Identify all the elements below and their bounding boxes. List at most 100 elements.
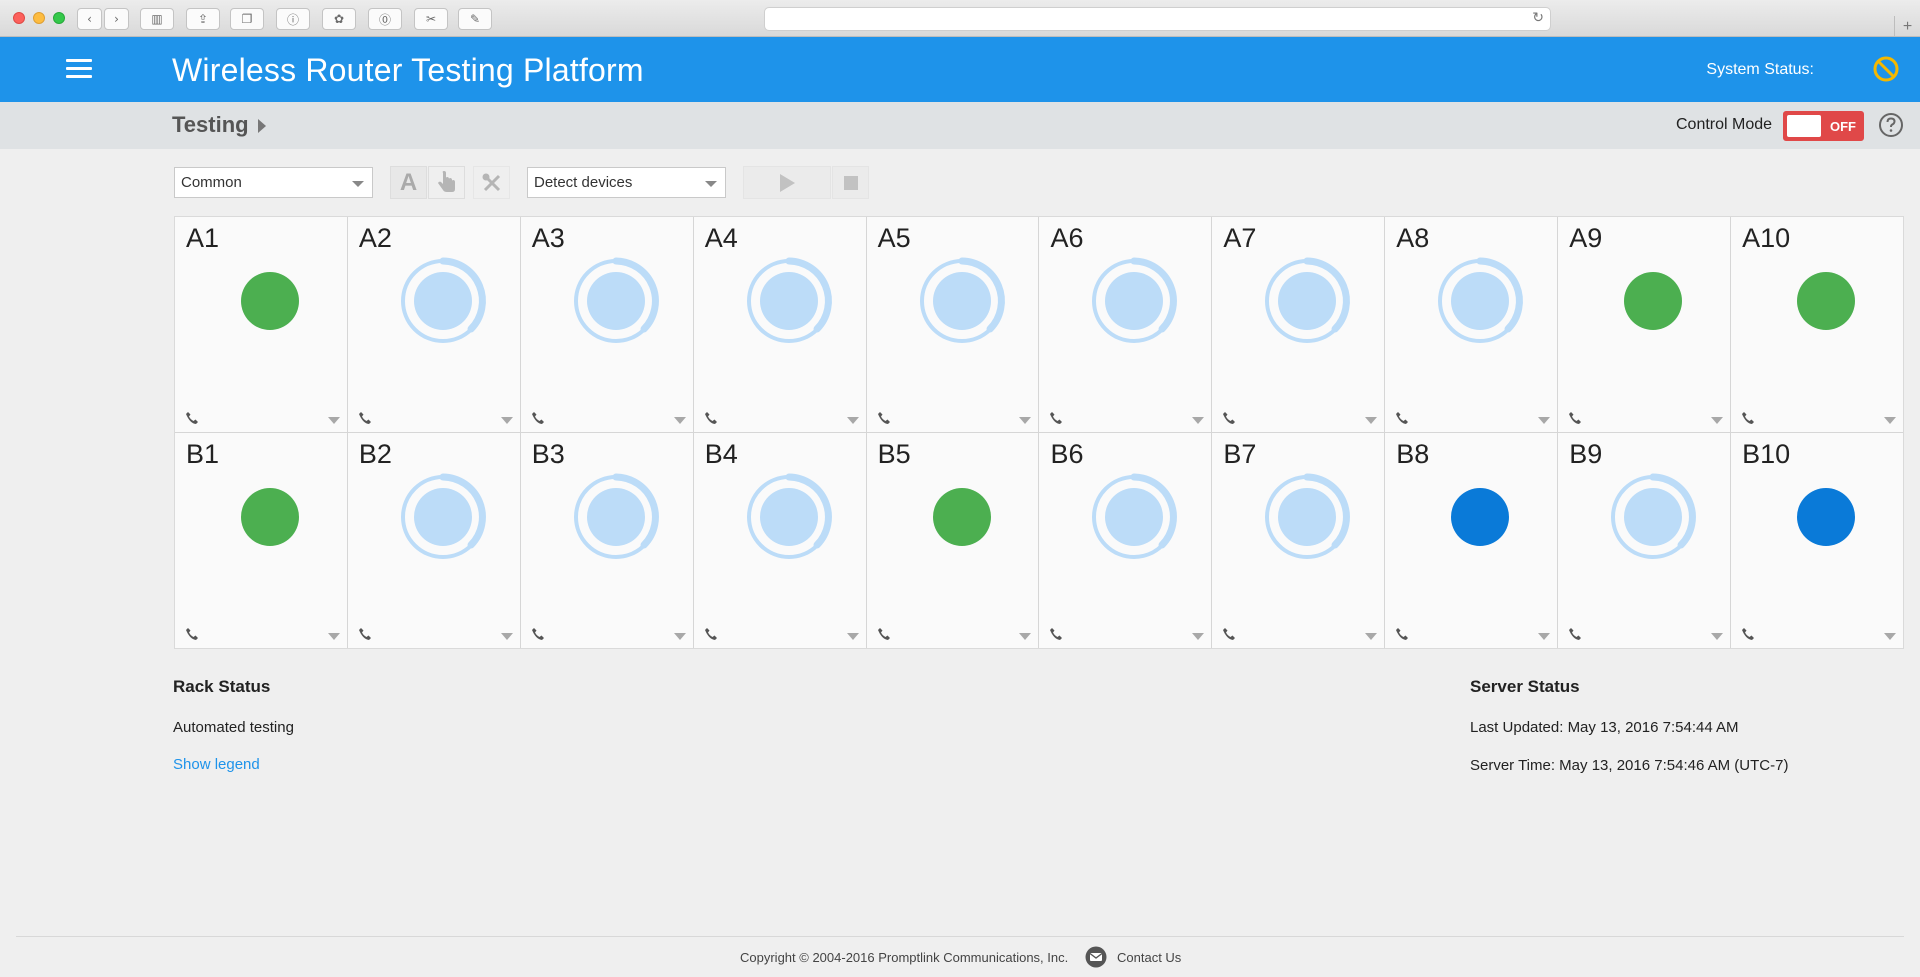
reload-icon[interactable]: ↻ <box>1532 10 1544 26</box>
slot-menu-caret-icon[interactable] <box>1883 633 1896 640</box>
slot-b1[interactable]: B1 <box>175 433 347 648</box>
phone-icon[interactable] <box>1222 627 1236 641</box>
slot-menu-caret-icon[interactable] <box>500 417 513 424</box>
slot-menu-caret-icon[interactable] <box>846 633 859 640</box>
slot-b6[interactable]: B6 <box>1039 433 1212 648</box>
phone-icon[interactable] <box>1049 411 1063 425</box>
loading-spinner-icon <box>1438 257 1524 343</box>
slot-menu-caret-icon[interactable] <box>500 633 513 640</box>
slot-menu-caret-icon[interactable] <box>1711 633 1724 640</box>
phone-icon[interactable] <box>704 411 718 425</box>
phone-icon[interactable] <box>1741 627 1755 641</box>
slot-menu-caret-icon[interactable] <box>1538 417 1551 424</box>
show-legend-link[interactable]: Show legend <box>173 756 260 773</box>
slot-menu-caret-icon[interactable] <box>1365 633 1378 640</box>
loading-spinner-icon <box>1092 473 1178 559</box>
stop-button[interactable] <box>832 166 869 199</box>
slot-b3[interactable]: B3 <box>520 433 693 648</box>
automatic-mode-button[interactable]: A <box>390 166 427 199</box>
slot-menu-caret-icon[interactable] <box>1365 417 1378 424</box>
phone-icon[interactable] <box>185 411 199 425</box>
window-maximize-button[interactable] <box>53 12 65 24</box>
slot-menu-caret-icon[interactable] <box>1019 633 1032 640</box>
slot-menu-caret-icon[interactable] <box>327 417 340 424</box>
slot-a10[interactable]: A10 <box>1731 217 1903 432</box>
edit-extension-button[interactable]: ✎ <box>458 8 492 30</box>
slot-a6[interactable]: A6 <box>1039 217 1212 432</box>
slot-b10[interactable]: B10 <box>1731 433 1903 648</box>
server-time-text: Server Time: May 13, 2016 7:54:46 AM (UT… <box>1470 757 1789 774</box>
phone-icon[interactable] <box>1222 411 1236 425</box>
envelope-icon[interactable] <box>1085 946 1107 968</box>
window-close-button[interactable] <box>13 12 25 24</box>
caret-right-icon[interactable] <box>258 119 266 133</box>
slot-a3[interactable]: A3 <box>520 217 693 432</box>
slot-label: B5 <box>877 439 911 469</box>
chevron-left-icon: ‹ <box>87 12 92 26</box>
slot-a2[interactable]: A2 <box>347 217 520 432</box>
tabs-button[interactable]: ❐ <box>230 8 264 30</box>
loading-spinner-icon <box>1611 473 1697 559</box>
slot-b9[interactable]: B9 <box>1558 433 1731 648</box>
paw-extension-button[interactable]: ✿ <box>322 8 356 30</box>
slot-b4[interactable]: B4 <box>693 433 866 648</box>
slot-a4[interactable]: A4 <box>693 217 866 432</box>
phone-icon[interactable] <box>877 411 891 425</box>
slot-menu-caret-icon[interactable] <box>1192 633 1205 640</box>
phone-icon[interactable] <box>1568 627 1582 641</box>
slot-menu-caret-icon[interactable] <box>1019 417 1032 424</box>
blocked-icon[interactable] <box>1872 55 1900 83</box>
help-icon[interactable] <box>1878 112 1904 138</box>
loading-spinner-icon <box>746 257 832 343</box>
slot-menu-caret-icon[interactable] <box>1192 417 1205 424</box>
info-extension-button[interactable]: ⓘ <box>276 8 310 30</box>
slot-a9[interactable]: A9 <box>1558 217 1731 432</box>
browser-forward-button[interactable]: › <box>104 8 129 30</box>
contact-us-link[interactable]: Contact Us <box>1117 950 1181 965</box>
slot-menu-caret-icon[interactable] <box>846 417 859 424</box>
slot-a7[interactable]: A7 <box>1212 217 1385 432</box>
play-button[interactable] <box>743 166 831 199</box>
phone-icon[interactable] <box>1568 411 1582 425</box>
address-bar[interactable]: ↻ <box>764 7 1551 31</box>
slot-menu-caret-icon[interactable] <box>673 417 686 424</box>
phone-icon[interactable] <box>531 411 545 425</box>
slot-menu-caret-icon[interactable] <box>1538 633 1551 640</box>
slot-label: A4 <box>704 223 738 253</box>
slot-menu-caret-icon[interactable] <box>673 633 686 640</box>
phone-icon[interactable] <box>358 627 372 641</box>
profile-select[interactable]: Common <box>174 167 373 198</box>
password-extension-button[interactable]: ⓪ <box>368 8 402 30</box>
tools-extension-button[interactable]: ✂ <box>414 8 448 30</box>
browser-back-button[interactable]: ‹ <box>77 8 102 30</box>
slot-b2[interactable]: B2 <box>347 433 520 648</box>
manual-mode-button[interactable] <box>428 166 465 199</box>
phone-icon[interactable] <box>185 627 199 641</box>
menu-icon[interactable] <box>66 59 92 79</box>
slot-menu-caret-icon[interactable] <box>1883 417 1896 424</box>
phone-icon[interactable] <box>877 627 891 641</box>
phone-icon[interactable] <box>1741 411 1755 425</box>
action-select[interactable]: Detect devices <box>527 167 726 198</box>
tools-button[interactable] <box>473 166 510 199</box>
slot-a1[interactable]: A1 <box>175 217 347 432</box>
phone-icon[interactable] <box>1395 627 1409 641</box>
sidebar-toggle-button[interactable]: ▥ <box>140 8 174 30</box>
slot-menu-caret-icon[interactable] <box>327 633 340 640</box>
share-button[interactable]: ⇪ <box>186 8 220 30</box>
slot-a5[interactable]: A5 <box>866 217 1039 432</box>
new-tab-button[interactable]: + <box>1894 16 1920 37</box>
control-mode-toggle[interactable]: OFF <box>1783 111 1864 141</box>
slot-a8[interactable]: A8 <box>1385 217 1558 432</box>
phone-icon[interactable] <box>531 627 545 641</box>
slot-menu-caret-icon[interactable] <box>1711 417 1724 424</box>
phone-icon[interactable] <box>704 627 718 641</box>
phone-icon[interactable] <box>1395 411 1409 425</box>
slot-b8[interactable]: B8 <box>1385 433 1558 648</box>
phone-icon[interactable] <box>358 411 372 425</box>
phone-icon[interactable] <box>1049 627 1063 641</box>
breadcrumb: Testing Control Mode OFF <box>0 102 1920 149</box>
slot-b7[interactable]: B7 <box>1212 433 1385 648</box>
window-minimize-button[interactable] <box>33 12 45 24</box>
slot-b5[interactable]: B5 <box>866 433 1039 648</box>
